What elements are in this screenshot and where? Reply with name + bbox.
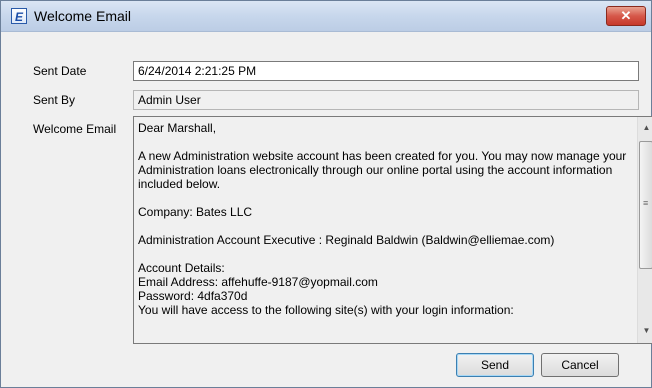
window-title: Welcome Email — [34, 8, 131, 24]
email-access-line: You will have access to the following si… — [138, 303, 514, 317]
sent-date-label: Sent Date — [33, 64, 87, 78]
email-body-scrollbar[interactable]: ▲ ≡ ▼ — [637, 117, 652, 343]
email-address-line: Email Address: affehuffe-9187@yopmail.co… — [138, 275, 378, 289]
grip-icon: ≡ — [643, 198, 649, 208]
scroll-thumb[interactable]: ≡ — [639, 141, 652, 269]
sent-by-label: Sent By — [33, 93, 76, 107]
email-company: Company: Bates LLC — [138, 205, 253, 219]
title-bar[interactable]: E Welcome Email ✕ — [1, 1, 651, 32]
email-intro: A new Administration website account has… — [138, 149, 627, 191]
sent-by-field: Admin User — [133, 90, 639, 110]
email-body-text[interactable]: Dear Marshall, A new Administration webs… — [138, 121, 628, 342]
send-button[interactable]: Send — [456, 353, 534, 377]
sent-date-field[interactable]: 6/24/2014 2:21:25 PM — [133, 61, 639, 81]
welcome-email-dialog: E Welcome Email ✕ Sent Date 6/24/2014 2:… — [0, 0, 652, 388]
welcome-email-body[interactable]: Dear Marshall, A new Administration webs… — [133, 116, 652, 344]
email-password-line: Password: 4dfa370d — [138, 289, 248, 303]
scroll-up-icon[interactable]: ▲ — [638, 119, 652, 136]
scroll-down-icon[interactable]: ▼ — [638, 322, 652, 339]
welcome-email-label: Welcome Email — [33, 122, 117, 136]
email-greeting: Dear Marshall, — [138, 121, 217, 135]
email-executive: Administration Account Executive : Regin… — [138, 233, 555, 247]
cancel-button[interactable]: Cancel — [541, 353, 619, 377]
app-e-icon: E — [11, 8, 27, 24]
close-button[interactable]: ✕ — [606, 6, 646, 26]
email-details-heading: Account Details: — [138, 261, 225, 275]
